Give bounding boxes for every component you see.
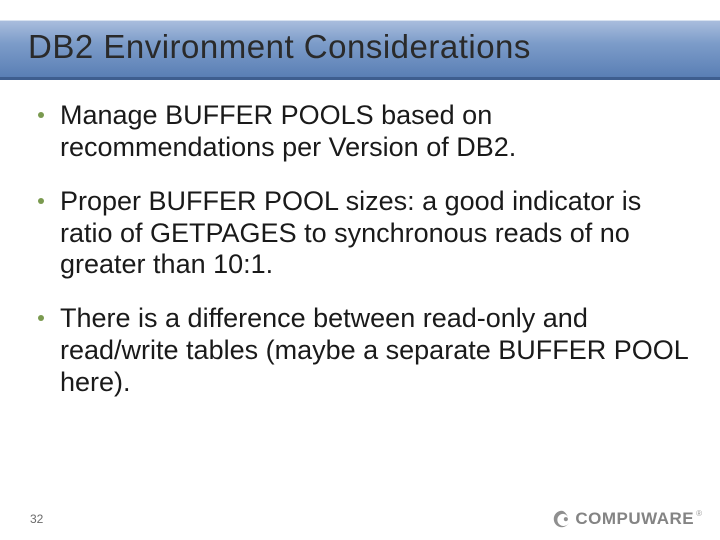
bullet-text: There is a difference between read-only …: [60, 303, 688, 397]
bullet-text: Manage BUFFER POOLS based on recommendat…: [60, 100, 516, 162]
slide: DB2 Environment Considerations Manage BU…: [0, 0, 720, 540]
logo-text: COMPUWARE: [575, 509, 694, 529]
logo-registered-icon: ®: [696, 509, 702, 518]
bullet-icon: [38, 112, 44, 118]
bullet-item: Manage BUFFER POOLS based on recommendat…: [38, 100, 690, 164]
content-area: Manage BUFFER POOLS based on recommendat…: [38, 100, 690, 421]
bullet-item: There is a difference between read-only …: [38, 303, 690, 399]
bullet-text: Proper BUFFER POOL sizes: a good indicat…: [60, 186, 641, 280]
slide-title: DB2 Environment Considerations: [28, 28, 531, 66]
page-number: 32: [30, 512, 43, 526]
bullet-icon: [38, 198, 44, 204]
bullet-icon: [38, 315, 44, 321]
bullet-item: Proper BUFFER POOL sizes: a good indicat…: [38, 186, 690, 282]
company-logo: COMPUWARE ®: [551, 508, 702, 530]
logo-swirl-icon: [551, 508, 573, 530]
